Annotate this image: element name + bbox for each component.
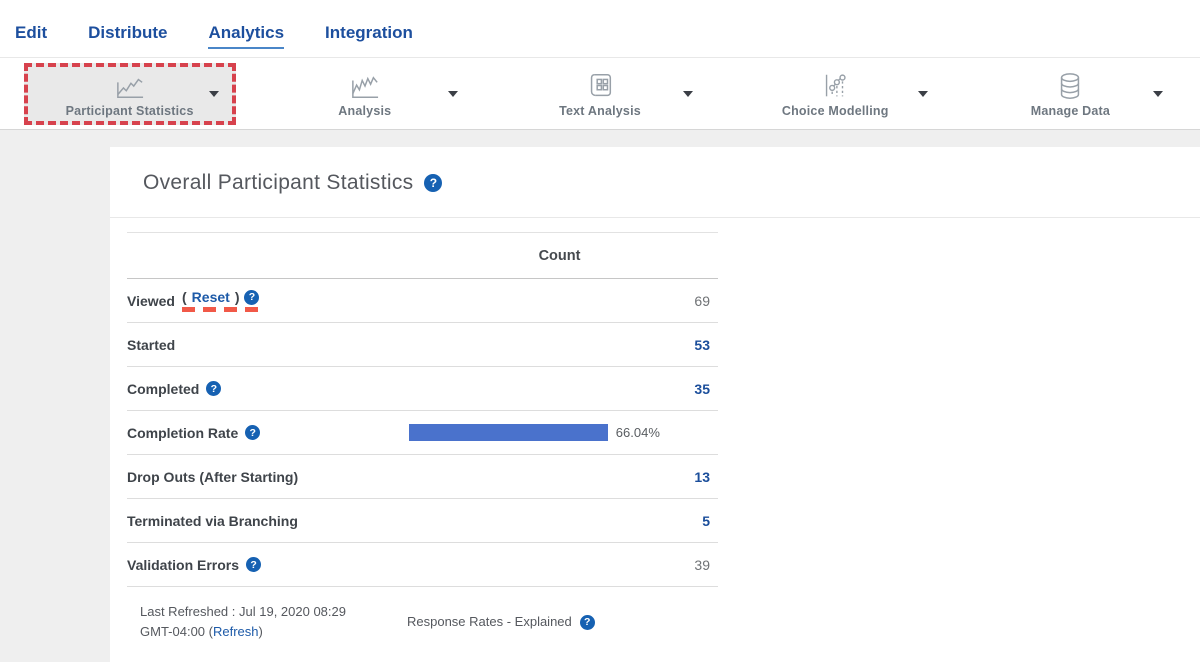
row-label-cell: Validation Errors ? xyxy=(127,557,409,573)
help-icon[interactable]: ? xyxy=(245,425,260,440)
last-refreshed-block: Last Refreshed : Jul 19, 2020 08:29 GMT-… xyxy=(140,602,407,642)
nav-tab-edit[interactable]: Edit xyxy=(15,23,47,49)
manage-data-button[interactable]: Manage Data xyxy=(964,63,1176,125)
response-rates-label: Response Rates - Explained xyxy=(407,612,572,632)
zigzag-chart-icon xyxy=(348,69,382,101)
gmt-prefix: GMT-04:00 ( xyxy=(140,624,213,639)
toolbar-col-analysis: Analysis xyxy=(247,58,482,129)
row-value: 35 xyxy=(409,381,718,397)
row-label-cell: Drop Outs (After Starting) xyxy=(127,469,409,485)
response-rates-block: Response Rates - Explained ? xyxy=(407,602,595,642)
chevron-down-icon[interactable] xyxy=(448,91,458,97)
row-label: Started xyxy=(127,337,175,353)
toolbar-col-participant-statistics: Participant Statistics xyxy=(12,58,247,129)
row-label-cell: Completed ? xyxy=(127,381,409,397)
line-chart-icon xyxy=(113,69,147,101)
table-row-started: Started 53 xyxy=(127,323,718,367)
table-row-terminated: Terminated via Branching 5 xyxy=(127,499,718,543)
toolbar-item-label: Choice Modelling xyxy=(782,104,889,118)
help-icon[interactable]: ? xyxy=(580,615,595,630)
row-label: Validation Errors xyxy=(127,557,239,573)
row-value: 5 xyxy=(409,513,718,529)
table-row-drop-outs: Drop Outs (After Starting) 13 xyxy=(127,455,718,499)
toolbar-col-text-analysis: Text Analysis xyxy=(482,58,717,129)
table-row-validation-errors: Validation Errors ? 39 xyxy=(127,543,718,587)
help-icon[interactable]: ? xyxy=(246,557,261,572)
help-icon[interactable]: ? xyxy=(244,290,259,305)
refresh-link[interactable]: Refresh xyxy=(213,624,259,639)
help-icon[interactable]: ? xyxy=(424,174,442,192)
row-label: Completed xyxy=(127,381,199,397)
nav-tab-analytics[interactable]: Analytics xyxy=(208,23,284,49)
completion-rate-cell: 66.04% xyxy=(409,424,718,441)
toolbar-item-label: Participant Statistics xyxy=(66,104,194,118)
help-icon[interactable]: ? xyxy=(206,381,221,396)
row-value: 13 xyxy=(409,469,718,485)
paren-open: ( xyxy=(182,289,187,305)
statistics-panel: Overall Participant Statistics ? Count V… xyxy=(110,147,1200,662)
reset-annotated-group: ( Reset ) ? xyxy=(182,289,259,312)
row-label: Drop Outs (After Starting) xyxy=(127,469,298,485)
row-label: Terminated via Branching xyxy=(127,513,298,529)
table-row-completion-rate: Completion Rate ? 66.04% xyxy=(127,411,718,455)
paren-close: ) xyxy=(235,289,240,305)
table-footer: Last Refreshed : Jul 19, 2020 08:29 GMT-… xyxy=(140,587,1200,642)
top-nav: Edit Distribute Analytics Integration xyxy=(0,0,1200,57)
chevron-down-icon[interactable] xyxy=(1153,91,1163,97)
title-divider xyxy=(110,217,1200,218)
analytics-toolbar: Participant Statistics Analysis xyxy=(0,57,1200,130)
row-label-cell: Viewed ( Reset ) ? xyxy=(127,289,409,312)
row-label: Viewed xyxy=(127,293,175,309)
table-row-completed: Completed ? 35 xyxy=(127,367,718,411)
chevron-down-icon[interactable] xyxy=(918,91,928,97)
chevron-down-icon[interactable] xyxy=(683,91,693,97)
row-label-cell: Completion Rate ? xyxy=(127,425,409,441)
analysis-button[interactable]: Analysis xyxy=(259,63,471,125)
page-title: Overall Participant Statistics xyxy=(143,171,413,195)
completion-rate-bar xyxy=(409,424,608,441)
toolbar-col-choice-modelling: Choice Modelling xyxy=(718,58,953,129)
table-header-row: Count xyxy=(127,233,718,279)
chevron-down-icon[interactable] xyxy=(209,91,219,97)
row-label-cell: Started xyxy=(127,337,409,353)
gmt-suffix: ) xyxy=(259,624,263,639)
choice-modelling-button[interactable]: Choice Modelling xyxy=(729,63,941,125)
participant-statistics-button[interactable]: Participant Statistics xyxy=(24,63,236,125)
scatter-chart-icon xyxy=(820,69,850,101)
completion-rate-value: 66.04% xyxy=(616,425,660,440)
participant-statistics-table: Count Viewed ( Reset ) ? 69 Sta xyxy=(127,232,718,587)
panel-title-row: Overall Participant Statistics ? xyxy=(110,147,1200,195)
row-value: 39 xyxy=(409,557,718,573)
nav-tab-distribute[interactable]: Distribute xyxy=(88,23,167,49)
page-background: Overall Participant Statistics ? Count V… xyxy=(0,130,1200,662)
toolbar-item-label: Text Analysis xyxy=(559,104,641,118)
table-row-viewed: Viewed ( Reset ) ? 69 xyxy=(127,279,718,323)
row-label-cell: Terminated via Branching xyxy=(127,513,409,529)
toolbar-item-label: Analysis xyxy=(338,104,391,118)
count-column-header: Count xyxy=(409,248,718,264)
toolbar-col-manage-data: Manage Data xyxy=(953,58,1188,129)
database-icon xyxy=(1055,69,1085,101)
nav-tab-integration[interactable]: Integration xyxy=(325,23,413,49)
row-value: 69 xyxy=(409,293,718,309)
reset-link[interactable]: Reset xyxy=(192,289,230,305)
row-value: 53 xyxy=(409,337,718,353)
document-grid-icon xyxy=(585,69,615,101)
toolbar-item-label: Manage Data xyxy=(1031,104,1110,118)
text-analysis-button[interactable]: Text Analysis xyxy=(494,63,706,125)
last-refreshed-text: Last Refreshed : Jul 19, 2020 08:29 xyxy=(140,604,346,619)
row-label: Completion Rate xyxy=(127,425,238,441)
